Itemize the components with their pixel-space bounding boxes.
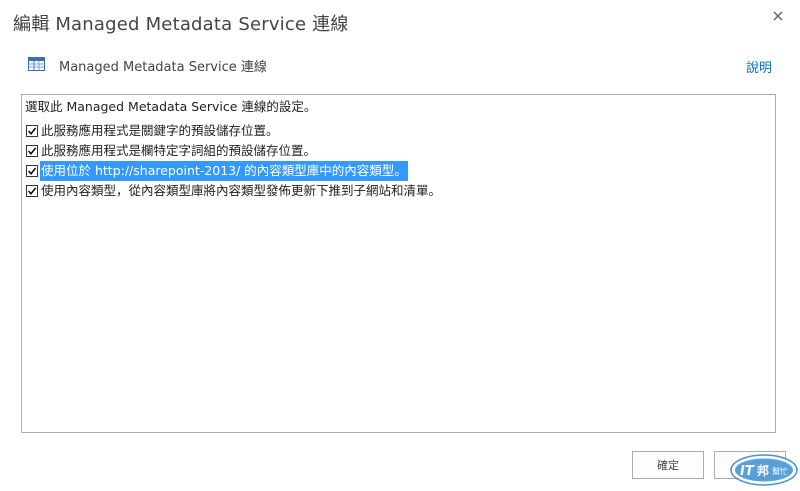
svg-text:IT: IT bbox=[740, 464, 755, 479]
option-push-down-updates: 使用內容類型，從內容類型庫將內容類型發佈更新下推到子網站和清單。 bbox=[25, 181, 772, 201]
connection-header: Managed Metadata Service 連線 bbox=[28, 56, 267, 75]
push-down-updates-label: 使用內容類型，從內容類型庫將內容類型發佈更新下推到子網站和清單。 bbox=[41, 183, 442, 198]
term-set-default-label: 此服務應用程式是欄特定字詞組的預設儲存位置。 bbox=[41, 143, 317, 158]
table-icon bbox=[28, 56, 45, 75]
ithome-logo: IT 邦 幫忙 bbox=[730, 452, 798, 488]
keyword-default-label: 此服務應用程式是關鍵字的預設儲存位置。 bbox=[41, 123, 279, 138]
term-set-default-checkbox[interactable] bbox=[26, 145, 38, 157]
ok-button[interactable]: 確定 bbox=[632, 451, 704, 479]
dialog: 編輯 Managed Metadata Service 連線 Managed M… bbox=[0, 0, 800, 491]
close-icon[interactable] bbox=[770, 8, 786, 24]
svg-text:幫忙: 幫忙 bbox=[772, 466, 788, 476]
settings-panel: 選取此 Managed Metadata Service 連線的設定。 此服務應… bbox=[21, 94, 776, 433]
help-link[interactable]: 說明 bbox=[746, 57, 772, 76]
content-type-hub-label: 使用位於 http://sharepoint-2013/ 的內容類型庫中的內容類… bbox=[40, 161, 408, 181]
connection-label: Managed Metadata Service 連線 bbox=[59, 60, 267, 75]
content-type-hub-checkbox[interactable] bbox=[26, 165, 38, 177]
option-term-set-default-storage: 此服務應用程式是欄特定字詞組的預設儲存位置。 bbox=[25, 141, 772, 161]
settings-intro: 選取此 Managed Metadata Service 連線的設定。 bbox=[25, 99, 317, 114]
dialog-title: 編輯 Managed Metadata Service 連線 bbox=[13, 14, 349, 35]
keyword-default-checkbox[interactable] bbox=[26, 125, 38, 137]
option-use-content-type-hub: 使用位於 http://sharepoint-2013/ 的內容類型庫中的內容類… bbox=[25, 161, 772, 181]
push-down-updates-checkbox[interactable] bbox=[26, 185, 38, 197]
option-keyword-default-storage: 此服務應用程式是關鍵字的預設儲存位置。 bbox=[25, 121, 772, 141]
svg-text:邦: 邦 bbox=[757, 463, 769, 478]
